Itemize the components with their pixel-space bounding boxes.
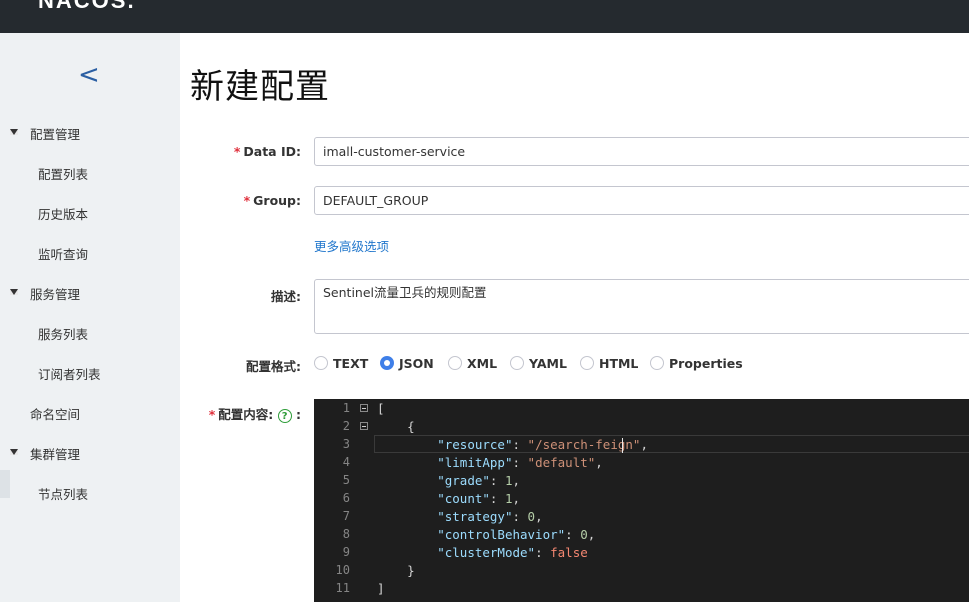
page-title: 新建配置 — [190, 67, 330, 107]
line-number: 7 — [342, 509, 350, 523]
required-mark: * — [233, 144, 241, 159]
code-line: "clusterMode": false — [437, 545, 588, 560]
code-line: { — [407, 419, 415, 434]
line-number: 10 — [335, 563, 350, 577]
data-id-input[interactable]: imall-customer-service — [314, 137, 969, 166]
nav-item-namespace[interactable]: 命名空间 — [30, 404, 80, 423]
description-label: 描述: — [271, 289, 301, 304]
text-cursor — [622, 438, 623, 453]
nav-item-config-list[interactable]: 配置列表 — [38, 164, 88, 183]
collapse-sidebar-icon[interactable]: < — [78, 61, 100, 89]
code-line: "strategy": 0, — [437, 509, 543, 524]
format-radio-xml[interactable]: XML — [448, 353, 497, 373]
line-number: 8 — [342, 527, 350, 541]
radio-circle-icon — [580, 356, 594, 370]
nav-item-service-list[interactable]: 服务列表 — [38, 324, 88, 343]
nav-item-subscriber-list[interactable]: 订阅者列表 — [38, 364, 101, 383]
caret-down-icon — [10, 289, 18, 295]
format-radio-json[interactable]: JSON — [380, 353, 434, 373]
code-line: "grade": 1, — [437, 473, 521, 488]
radio-circle-icon — [650, 356, 664, 370]
line-number: 6 — [342, 491, 350, 505]
code-line: "limitApp": "default", — [437, 455, 603, 470]
content-label: * 配置内容: ? : — [208, 407, 301, 423]
radio-checked-icon — [380, 356, 394, 370]
advanced-options-link[interactable]: 更多高级选项 — [314, 236, 389, 255]
nacos-logo: NACOS. — [38, 0, 136, 13]
nav-group-cluster-management[interactable]: 集群管理 — [10, 444, 81, 463]
format-radio-yaml[interactable]: YAML — [510, 353, 567, 373]
sidebar-notch — [0, 470, 10, 498]
format-radio-html[interactable]: HTML — [580, 353, 638, 373]
line-number: 9 — [342, 545, 350, 559]
format-label: 配置格式: — [246, 359, 301, 374]
code-editor[interactable]: 1 2 3 4 5 6 7 8 9 10 11 [ { "resource": … — [314, 399, 969, 602]
nav-group-service-management[interactable]: 服务管理 — [10, 284, 81, 303]
nav-group-label: 集群管理 — [30, 447, 81, 462]
line-number: 2 — [342, 419, 350, 433]
caret-down-icon — [10, 129, 18, 135]
line-number: 5 — [342, 473, 350, 487]
nav-group-config-management[interactable]: 配置管理 — [10, 124, 81, 143]
caret-down-icon — [10, 449, 18, 455]
radio-circle-icon — [510, 356, 524, 370]
format-radio-properties[interactable]: Properties — [650, 353, 743, 373]
fold-toggle-icon[interactable] — [360, 422, 368, 430]
line-number: 3 — [342, 437, 350, 451]
code-line: ] — [377, 581, 385, 596]
nav-item-node-list[interactable]: 节点列表 — [38, 484, 88, 503]
nav-item-listener-query[interactable]: 监听查询 — [38, 244, 88, 263]
code-line: } — [407, 563, 415, 578]
sidebar: < 配置管理 配置列表 历史版本 监听查询 服务管理 服务列表 订阅者列表 命名… — [0, 33, 180, 602]
required-mark: * — [243, 193, 251, 208]
nav-group-label: 服务管理 — [30, 287, 81, 302]
radio-circle-icon — [448, 356, 462, 370]
code-line: "controlBehavior": 0, — [437, 527, 596, 542]
code-line: "count": 1, — [437, 491, 521, 506]
group-label: * Group: — [243, 193, 301, 208]
main-content: 新建配置 * Data ID: imall-customer-service * G… — [180, 33, 969, 602]
required-mark: * — [208, 407, 216, 422]
code-line: [ — [377, 401, 385, 416]
description-textarea[interactable]: Sentinel流量卫兵的规则配置 — [314, 279, 969, 334]
code-line: "resource": "/search-feign", — [437, 437, 648, 452]
group-input[interactable]: DEFAULT_GROUP — [314, 186, 969, 215]
data-id-label: * Data ID: — [233, 144, 301, 159]
help-icon[interactable]: ? — [277, 408, 292, 423]
fold-toggle-icon[interactable] — [360, 404, 368, 412]
nav-item-history-versions[interactable]: 历史版本 — [38, 204, 88, 223]
line-number: 4 — [342, 455, 350, 469]
radio-circle-icon — [314, 356, 328, 370]
top-bar: NACOS. — [0, 0, 969, 33]
nav-group-label: 配置管理 — [30, 127, 81, 142]
format-radio-text[interactable]: TEXT — [314, 353, 368, 373]
line-number: 11 — [335, 581, 350, 595]
line-number: 1 — [342, 401, 350, 415]
